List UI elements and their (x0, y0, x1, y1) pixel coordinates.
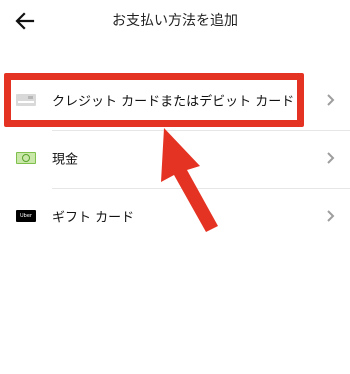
credit-card-icon (16, 94, 36, 106)
chevron-right-icon (327, 210, 335, 222)
payment-option-label: 現金 (52, 152, 79, 168)
payment-option-credit-card[interactable]: クレジット カードまたはデビット カード (0, 72, 350, 128)
payment-option-label: ギフト カード (52, 210, 135, 226)
payment-option-cash[interactable]: 現金 (0, 130, 350, 186)
payment-option-label: クレジット カードまたはデビット カード (52, 94, 295, 110)
add-payment-method-screen: お支払い方法を追加 クレジット カードまたはデビット カード 現金 Uber ギ… (0, 0, 350, 374)
cash-icon (16, 152, 36, 164)
uber-gift-card-icon: Uber (16, 210, 36, 222)
page-title: お支払い方法を追加 (112, 13, 238, 29)
payment-option-gift-card[interactable]: Uber ギフト カード (0, 188, 350, 244)
chevron-right-icon (327, 152, 335, 164)
chevron-right-icon (327, 94, 335, 106)
header: お支払い方法を追加 (0, 0, 350, 40)
